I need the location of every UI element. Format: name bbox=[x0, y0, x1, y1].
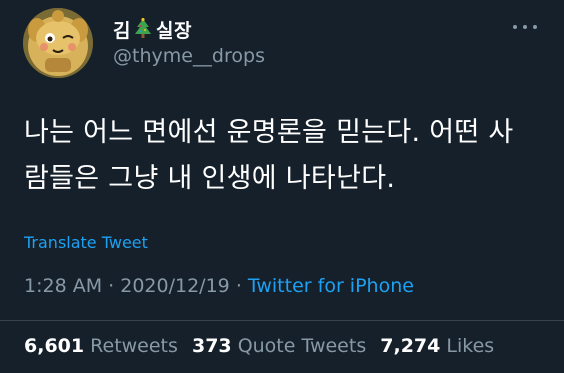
quote-tweets-label: Quote Tweets bbox=[237, 335, 367, 357]
likes-stat[interactable]: 7,274 Likes bbox=[380, 335, 494, 357]
tweet-meta: 1:28 AM · 2020/12/19 · Twitter for iPhon… bbox=[24, 275, 414, 297]
retweets-count: 6,601 bbox=[24, 335, 85, 357]
more-options-icon[interactable] bbox=[513, 20, 537, 34]
tweet-text: 나는 어느 면에선 운명론을 믿는다. 어떤 사 람들은 그냥 내 인생에 나타… bbox=[24, 110, 544, 202]
display-name[interactable]: 김 실장 bbox=[113, 17, 192, 42]
dot bbox=[513, 25, 517, 29]
tweet-date[interactable]: 2020/12/19 bbox=[120, 275, 230, 297]
tweet-stats: 6,601 Retweets 373 Quote Tweets 7,274 Li… bbox=[24, 335, 502, 357]
display-name-part-2: 실장 bbox=[155, 19, 192, 42]
quote-tweets-count: 373 bbox=[191, 335, 232, 357]
user-handle[interactable]: @thyme__drops bbox=[113, 45, 265, 67]
likes-label: Likes bbox=[446, 335, 495, 357]
tweet-time[interactable]: 1:28 AM bbox=[24, 275, 102, 297]
display-name-part-1: 김 bbox=[113, 19, 131, 42]
tweet-text-line-1: 나는 어느 면에선 운명론을 믿는다. 어떤 사 bbox=[24, 117, 514, 148]
tweet-card: 김 실장 @thyme__drops 나는 어느 면에선 운명론을 믿는다. 어… bbox=[0, 0, 564, 373]
avatar[interactable] bbox=[23, 8, 93, 78]
retweets-label: Retweets bbox=[90, 335, 178, 357]
quote-tweets-stat[interactable]: 373 Quote Tweets bbox=[192, 335, 366, 357]
divider bbox=[0, 320, 564, 321]
meta-separator: · bbox=[108, 275, 115, 297]
dot bbox=[533, 25, 537, 29]
christmas-tree-icon bbox=[133, 17, 153, 40]
likes-count: 7,274 bbox=[380, 335, 441, 357]
tweet-text-line-2: 람들은 그냥 내 인생에 나타난다. bbox=[24, 163, 396, 194]
meta-separator: · bbox=[235, 275, 242, 297]
character-avatar-icon bbox=[23, 8, 93, 78]
dot bbox=[523, 25, 527, 29]
retweets-stat[interactable]: 6,601 Retweets bbox=[24, 335, 178, 357]
tweet-source-link[interactable]: Twitter for iPhone bbox=[248, 275, 414, 297]
translate-tweet-link[interactable]: Translate Tweet bbox=[24, 233, 148, 252]
